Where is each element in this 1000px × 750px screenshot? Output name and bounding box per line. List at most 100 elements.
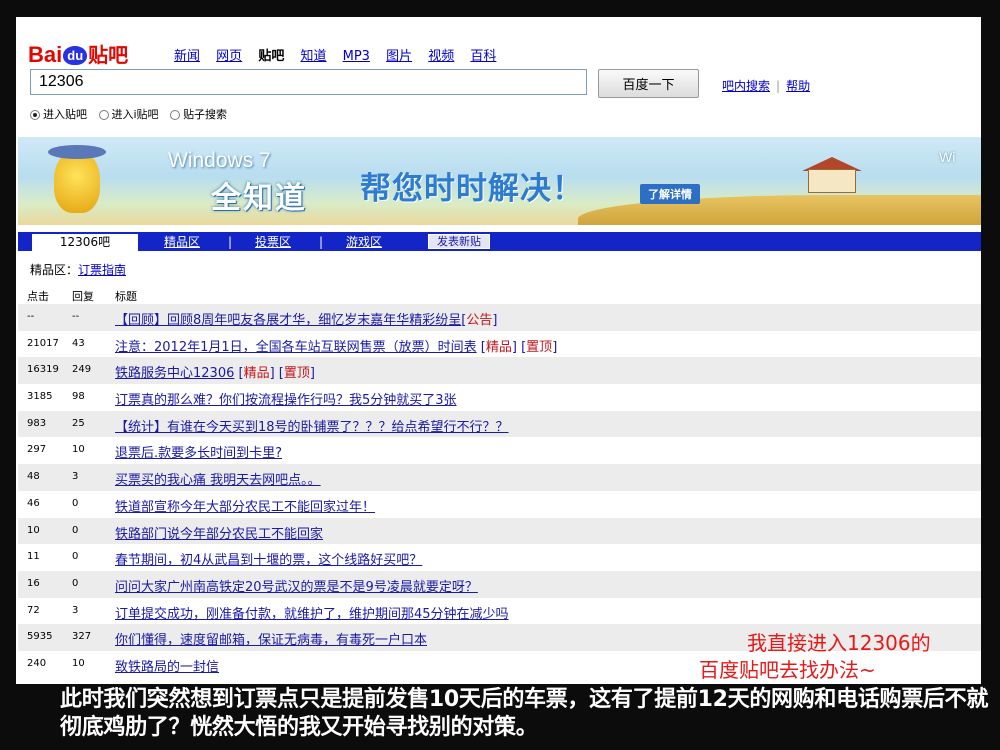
row-title-cell: 问问大家广州南高铁定20号武汉的票是不是9号凌晨就要定呀？: [115, 576, 478, 595]
table-row: 11 0 春节期间，初4从武昌到十堰的票，这个线路好买吧？: [18, 544, 981, 571]
thread-tag[interactable]: 精品: [244, 366, 270, 381]
row-clicks: 16: [27, 577, 40, 589]
radio-checked-icon[interactable]: [30, 110, 40, 120]
row-replies: 0: [72, 577, 79, 589]
radio-label: 进入i贴吧: [111, 108, 159, 121]
radio-unchecked-icon[interactable]: [98, 110, 109, 120]
thread-title-link[interactable]: 你们懂得，速度留邮箱，保证无病毒，有毒死一户口本: [115, 633, 427, 648]
row-title-cell: 你们懂得，速度留邮箱，保证无病毒，有毒死一户口本: [115, 629, 427, 648]
nav-video[interactable]: 视频: [428, 49, 454, 64]
thread-title-link[interactable]: 问问大家广州南高铁定20号武汉的票是不是9号凌晨就要定呀？: [115, 580, 478, 595]
radio-enter-itieba[interactable]: 进入i贴吧: [98, 108, 159, 121]
radio-post-search[interactable]: 贴子搜索: [170, 108, 227, 121]
caption-text: 此时我们突然想到订票点只是提前发售10天后的车票，这有了提前12天的网购和电话购…: [60, 687, 989, 740]
nav-web[interactable]: 网页: [216, 49, 242, 64]
banner-more-button[interactable]: 了解详情: [640, 184, 700, 204]
row-clicks: 240: [27, 657, 47, 669]
nav-news[interactable]: 新闻: [174, 49, 200, 64]
thread-title-link[interactable]: 买票买的我心痛 我明天去网吧点。。: [115, 473, 321, 488]
radio-label: 贴子搜索: [183, 108, 228, 121]
row-clicks: 5935: [27, 631, 53, 643]
row-replies: 98: [72, 391, 85, 403]
banner-product: 全知道: [211, 181, 307, 216]
header-links: 吧内搜索 | 帮助: [722, 77, 810, 94]
thread-title-link[interactable]: 铁道部宣称今年大部分农民工不能回家过年！: [115, 500, 375, 515]
nav-baike[interactable]: 百科: [470, 49, 496, 64]
table-row: 297 10 退票后.款要多长时间到卡里?: [18, 437, 981, 465]
thread-title-link[interactable]: 致铁路局的一封信: [115, 660, 219, 675]
windows7-ad-banner[interactable]: Windows 7 全知道 帮您时时解决！ 了解详情 Wi: [18, 137, 981, 225]
row-clicks: 21017: [27, 337, 59, 349]
help-link[interactable]: 帮助: [786, 79, 810, 93]
thread-tag[interactable]: 置顶: [284, 366, 310, 381]
tab-featured[interactable]: 精品区: [164, 234, 200, 250]
row-title-cell: 致铁路局的一封信: [115, 656, 219, 675]
row-title-cell: 订票真的那么难？你们按流程操作行吗？我5分钟就买了3张: [115, 389, 457, 408]
mascot-hat-icon: [48, 145, 106, 159]
row-replies: 43: [72, 337, 85, 349]
row-title-cell: 买票买的我心痛 我明天去网吧点。。: [115, 469, 321, 488]
table-row: -- -- 【回顾】回顾8周年吧友各展才华，细忆岁末嘉年华精彩纷呈[公告]: [18, 304, 981, 331]
row-clicks: --: [27, 311, 35, 322]
tab-12306-bar[interactable]: 12306吧: [32, 234, 138, 251]
tab-separator: |: [319, 235, 324, 249]
thread-tag[interactable]: 精品: [486, 340, 512, 355]
nav-images[interactable]: 图片: [386, 49, 412, 64]
table-row: 21017 43 注意：2012年1月1日，全国各车站互联网售票（放票）时间表 [精…: [18, 330, 981, 358]
row-title-cell: 退票后.款要多长时间到卡里?: [115, 442, 282, 461]
row-clicks: 10: [27, 524, 40, 536]
tag-bracket: ]: [552, 339, 558, 355]
nav-tieba[interactable]: 贴吧: [258, 49, 284, 64]
thread-title-link[interactable]: 【统计】有谁在今天买到18号的卧铺票了？？？给点希望行不行？？: [115, 420, 509, 435]
banner-field-art: [578, 195, 981, 225]
nav-mp3[interactable]: MP3: [343, 49, 370, 64]
tag-bracket: [: [234, 366, 244, 382]
row-clicks: 72: [27, 604, 40, 616]
new-post-button[interactable]: 发表新贴: [428, 234, 490, 249]
breadcrumb-section: 精品区：: [30, 263, 79, 277]
search-input[interactable]: [30, 69, 587, 95]
radio-unchecked-icon[interactable]: [170, 110, 181, 120]
logo-text-bai: Bai: [28, 42, 63, 67]
thread-tag[interactable]: 置顶: [526, 340, 552, 355]
row-replies: 25: [72, 417, 85, 429]
row-replies: 249: [72, 364, 92, 376]
tag-bracket: [: [476, 339, 486, 355]
row-title-cell: 铁路部门说今年部分农民工不能回家: [115, 523, 323, 542]
thread-title-link[interactable]: 退票后.款要多长时间到卡里?: [115, 446, 282, 461]
tab-vote[interactable]: 投票区: [255, 234, 291, 250]
row-replies: --: [72, 311, 80, 322]
table-row: 10 0 铁路部门说今年部分农民工不能回家: [18, 517, 981, 545]
thread-tag[interactable]: 公告: [466, 313, 492, 328]
tag-bracket: ]: [492, 313, 498, 328]
table-row: 72 3 订单提交成功，刚准备付款，就维护了，维护期间那45分钟在减少吗: [18, 597, 981, 625]
tab-games[interactable]: 游戏区: [346, 234, 382, 250]
search-button[interactable]: 百度一下: [598, 69, 699, 98]
link-separator: |: [776, 79, 781, 93]
row-clicks: 16319: [27, 364, 59, 376]
row-clicks: 297: [27, 444, 47, 456]
row-title-cell: 【统计】有谁在今天买到18号的卧铺票了？？？给点希望行不行？？: [115, 416, 509, 435]
row-title-cell: 注意：2012年1月1日，全国各车站互联网售票（放票）时间表 [精品] [置顶]: [115, 336, 557, 355]
table-row: 46 0 铁道部宣称今年大部分农民工不能回家过年！: [18, 490, 981, 518]
row-clicks: 48: [27, 471, 40, 483]
thread-title-link[interactable]: 订票真的那么难？你们按流程操作行吗？我5分钟就买了3张: [115, 393, 457, 408]
thread-title-link[interactable]: 铁路部门说今年部分农民工不能回家: [115, 527, 323, 542]
table-row: 3185 98 订票真的那么难？你们按流程操作行吗？我5分钟就买了3张: [18, 384, 981, 411]
row-title-cell: 【回顾】回顾8周年吧友各展才华，细忆岁末嘉年华精彩纷呈[公告]: [115, 309, 497, 328]
thread-title-link[interactable]: 注意：2012年1月1日，全国各车站互联网售票（放票）时间表: [115, 340, 477, 355]
baidu-tieba-logo[interactable]: Bai du 贴吧: [28, 39, 128, 68]
nav-zhidao[interactable]: 知道: [300, 49, 326, 64]
thread-title-link[interactable]: 【回顾】回顾8周年吧友各展才华，细忆岁末嘉年华精彩纷呈: [115, 313, 461, 328]
search-in-bar-link[interactable]: 吧内搜索: [722, 79, 770, 93]
radio-enter-tieba[interactable]: 进入贴吧: [30, 108, 87, 121]
row-replies: 10: [72, 657, 85, 669]
banner-slogan: 帮您时时解决！: [360, 171, 584, 207]
thread-title-link[interactable]: 春节期间，初4从武昌到十堰的票，这个线路好买吧？: [115, 553, 422, 568]
row-replies: 327: [72, 631, 92, 643]
banner-corner-text: Wi: [939, 149, 956, 165]
row-title-cell: 铁路服务中心12306 [精品] [置顶]: [115, 362, 315, 381]
thread-title-link[interactable]: 铁路服务中心12306: [115, 366, 234, 381]
breadcrumb-link[interactable]: 订票指南: [78, 263, 126, 277]
thread-title-link[interactable]: 订单提交成功，刚准备付款，就维护了，维护期间那45分钟在减少吗: [115, 607, 509, 622]
